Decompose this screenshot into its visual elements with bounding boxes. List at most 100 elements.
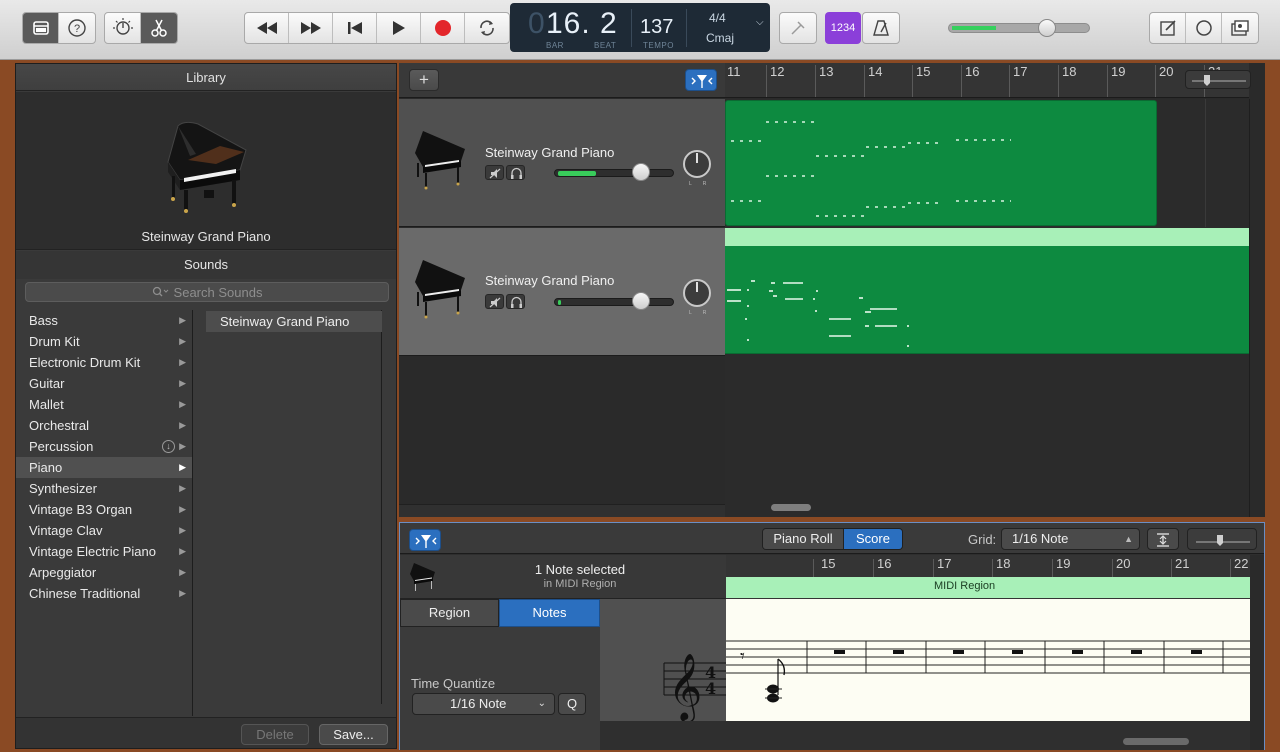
grid-select[interactable]: 1/16 Note ▲▼ (1001, 528, 1140, 564)
category-label: Drum Kit (29, 334, 80, 349)
lcd-display[interactable]: 0 16. 2 BAR BEAT 137 TEMPO 4/4 Cmaj ⌵ (510, 3, 770, 52)
metronome-button[interactable] (863, 13, 899, 43)
category-item[interactable]: Vintage B3 Organ ▶ (16, 499, 192, 520)
patch-item-selected[interactable]: Steinway Grand Piano (206, 311, 382, 332)
smart-controls-button[interactable] (105, 13, 141, 43)
volume-level-meter (952, 26, 996, 30)
tab-region[interactable]: Region (400, 599, 499, 627)
bar-tick (1112, 559, 1113, 577)
track-volume-knob[interactable] (632, 292, 650, 310)
go-to-start-button[interactable] (333, 13, 377, 43)
piano-thumbnail-icon (410, 563, 435, 591)
track-header-bar: + (399, 63, 725, 98)
add-track-button[interactable]: + (409, 69, 439, 91)
category-item[interactable]: Electronic Drum Kit ▶ (16, 352, 192, 373)
download-icon[interactable]: ↓ (162, 440, 175, 453)
timeline-ruler[interactable]: 11 12 13 14 15 16 17 18 19 20 21 (725, 63, 1249, 98)
pan-knob[interactable] (683, 150, 711, 178)
category-item[interactable]: Guitar ▶ (16, 373, 192, 394)
play-button[interactable] (377, 13, 421, 43)
mute-button[interactable] (485, 294, 504, 309)
category-item[interactable]: Arpeggiator ▶ (16, 562, 192, 583)
media-browser-button[interactable] (1222, 13, 1258, 43)
fast-forward-icon (300, 22, 321, 34)
chevron-right-icon: ▶ (179, 588, 186, 598)
midi-region-2[interactable] (725, 246, 1249, 354)
editor-view-switch: Piano Roll Score (762, 528, 903, 550)
editors-button[interactable] (141, 13, 177, 43)
track-header-1[interactable]: Steinway Grand Piano LR (399, 99, 725, 227)
midi-region-2-header[interactable] (725, 228, 1249, 246)
track-name[interactable]: Steinway Grand Piano (485, 273, 614, 288)
category-item[interactable]: Bass ▶ (16, 310, 192, 331)
bar-number: 12 (770, 64, 785, 79)
lcd-time-signature: 4/4 (709, 11, 726, 25)
loop-browser-button[interactable] (1186, 13, 1222, 43)
track-header-2[interactable]: Steinway Grand Piano LR (399, 228, 725, 356)
master-volume-slider[interactable] (948, 19, 1090, 37)
category-item[interactable]: Percussion ↓ ▶ (16, 436, 192, 457)
mute-button[interactable] (485, 165, 504, 180)
track-volume-fader[interactable] (554, 169, 674, 177)
record-button[interactable] (421, 13, 465, 43)
editor-vertical-scrollbar[interactable] (1250, 555, 1264, 750)
fit-height-button[interactable] (1147, 528, 1179, 550)
editor-ruler[interactable]: 15 16 17 18 19 20 21 22 MIDI Region (726, 555, 1250, 599)
midi-region-header[interactable]: MIDI Region (726, 577, 1250, 598)
fast-forward-button[interactable] (289, 13, 333, 43)
score-tab[interactable]: Score (844, 529, 902, 549)
horizontal-scrollbar[interactable] (771, 504, 811, 511)
pan-knob[interactable] (683, 279, 711, 307)
save-button[interactable]: Save... (319, 724, 388, 745)
category-label: Bass (29, 313, 58, 328)
category-item[interactable]: Mallet ▶ (16, 394, 192, 415)
track-volume-fader[interactable] (554, 298, 674, 306)
solo-headphones-button[interactable] (506, 294, 525, 309)
solo-headphones-button[interactable] (506, 165, 525, 180)
score-staff-area[interactable]: 𝄾 (726, 599, 1250, 721)
lcd-menu-chevron-icon[interactable]: ⌵ (756, 17, 764, 28)
piano-roll-tab[interactable]: Piano Roll (763, 529, 844, 549)
category-item[interactable]: Vintage Clav ▶ (16, 520, 192, 541)
track-volume-knob[interactable] (632, 163, 650, 181)
category-item[interactable]: Vintage Electric Piano ▶ (16, 541, 192, 562)
track-lanes[interactable] (725, 99, 1249, 517)
time-quantize-select[interactable]: 1/16 Note ⌄ (412, 693, 555, 715)
category-item[interactable]: Chinese Traditional ▶ (16, 583, 192, 604)
control-bar: ? 0 16. 2 BAR BEAT 137 TEMPO 4/4 Cmaj ⌵ … (0, 0, 1280, 60)
volume-knob[interactable] (1038, 19, 1056, 37)
notepad-icon (1159, 20, 1176, 36)
help-button[interactable]: ? (59, 13, 95, 43)
category-item[interactable]: Orchestral ▶ (16, 415, 192, 436)
delete-button[interactable]: Delete (241, 724, 309, 745)
notepad-button[interactable] (1150, 13, 1186, 43)
rewind-button[interactable] (245, 13, 289, 43)
edit-button-group (104, 12, 178, 44)
lcd-divider (631, 9, 632, 47)
category-item[interactable]: Drum Kit ▶ (16, 331, 192, 352)
search-sounds-field[interactable]: Search Sounds (25, 282, 389, 302)
lcd-divider (686, 9, 687, 47)
count-in-button[interactable]: 1234 (825, 12, 861, 44)
library-button[interactable] (23, 13, 59, 43)
lcd-tempo-label: TEMPO (643, 41, 674, 50)
editor-zoom-slider[interactable] (1187, 528, 1257, 550)
quantize-button[interactable]: Q (558, 693, 586, 715)
midi-region-1[interactable] (725, 100, 1157, 226)
track-zoom-slider[interactable] (1185, 70, 1251, 89)
vertical-scrollbar[interactable] (1249, 99, 1265, 517)
lcd-bar-label: BAR (546, 41, 564, 50)
panel-toggles-group (1149, 12, 1259, 44)
midi-region-label: MIDI Region (934, 580, 996, 592)
category-item-selected[interactable]: Piano ▶ (16, 457, 192, 478)
cycle-button[interactable] (465, 13, 509, 43)
bar-tick (1107, 65, 1108, 97)
tuner-button[interactable] (780, 13, 816, 43)
track-name[interactable]: Steinway Grand Piano (485, 145, 614, 160)
catch-playhead-button[interactable] (685, 69, 717, 91)
tab-notes[interactable]: Notes (499, 599, 600, 627)
editor-catch-playhead-button[interactable] (409, 529, 441, 551)
editor-horizontal-scrollbar[interactable] (1123, 738, 1189, 745)
patch-list: Steinway Grand Piano (206, 310, 382, 704)
category-item[interactable]: Synthesizer ▶ (16, 478, 192, 499)
